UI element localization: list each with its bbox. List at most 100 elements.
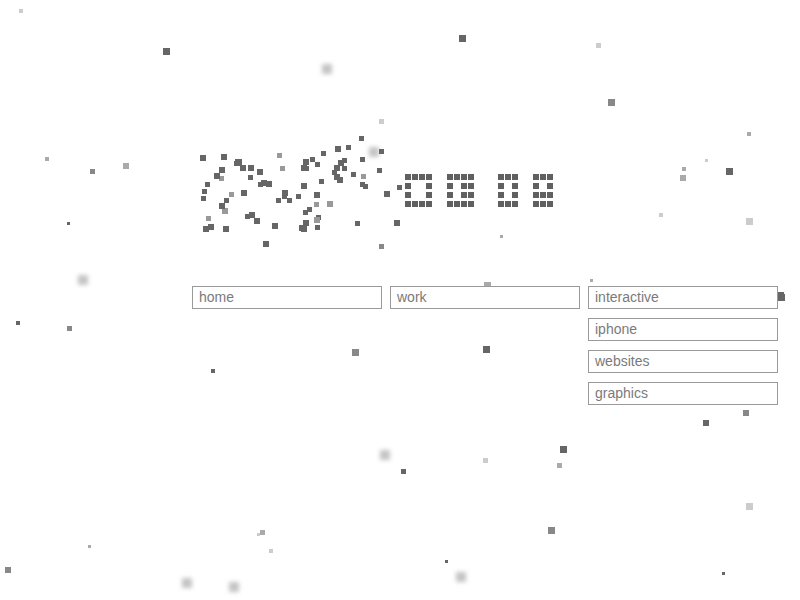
particle	[322, 64, 332, 74]
particle	[342, 166, 347, 171]
particle	[310, 157, 315, 162]
nav-item[interactable]: work	[390, 286, 580, 309]
particle	[379, 149, 384, 154]
particle	[360, 157, 365, 162]
particle	[505, 174, 511, 180]
particle	[394, 220, 400, 226]
particle	[88, 545, 91, 548]
submenu-item[interactable]: websites	[588, 350, 778, 373]
particle	[540, 192, 546, 198]
particle	[468, 192, 474, 198]
particle	[234, 161, 239, 166]
particle	[163, 48, 170, 55]
particle	[468, 174, 474, 180]
particle	[352, 349, 359, 356]
particle	[379, 119, 384, 124]
particle	[123, 163, 129, 169]
particle	[412, 174, 418, 180]
particle	[223, 226, 229, 232]
particle	[560, 446, 567, 453]
particle	[659, 213, 663, 217]
particle	[384, 191, 390, 197]
particle	[746, 218, 753, 225]
particle	[206, 216, 211, 221]
particle	[346, 145, 351, 150]
particle	[327, 201, 333, 207]
particle	[19, 9, 23, 13]
particle	[533, 201, 539, 207]
particle	[248, 175, 253, 180]
particle	[498, 183, 504, 189]
particle	[405, 174, 411, 180]
submenu-item[interactable]: interactive	[588, 286, 778, 309]
particle	[547, 201, 553, 207]
particle	[301, 226, 307, 232]
particle	[680, 175, 686, 181]
particle	[241, 190, 247, 196]
particle	[468, 201, 474, 207]
particle	[303, 159, 309, 165]
particle	[260, 530, 265, 535]
particle	[301, 165, 307, 171]
particle	[200, 155, 206, 161]
stage: home work interactive iphone websites graphic…	[0, 0, 800, 600]
particle	[540, 201, 546, 207]
particle	[500, 235, 503, 238]
particle	[533, 174, 539, 180]
particle	[590, 279, 593, 282]
particle	[67, 222, 70, 225]
nav: home work interactive iphone websites graphic…	[0, 0, 800, 405]
particle	[254, 218, 260, 224]
particle	[557, 463, 562, 468]
particle	[45, 157, 49, 161]
particle	[314, 192, 320, 198]
particle	[445, 560, 448, 563]
particle	[182, 578, 192, 588]
particle	[257, 169, 263, 175]
particle	[261, 180, 267, 186]
particle	[548, 527, 555, 534]
submenu-item[interactable]: graphics	[588, 382, 778, 405]
particle	[319, 179, 324, 184]
particle	[377, 168, 382, 173]
particle	[361, 174, 366, 179]
particle	[201, 196, 206, 201]
particle	[412, 201, 418, 207]
particle	[454, 201, 460, 207]
particle	[229, 192, 234, 197]
particle	[426, 174, 432, 180]
particle	[547, 192, 553, 198]
particle	[743, 410, 749, 416]
particle	[447, 201, 453, 207]
particle	[303, 210, 308, 215]
particle	[447, 174, 453, 180]
particle	[379, 244, 384, 249]
particle	[533, 183, 539, 189]
particle	[456, 572, 466, 582]
particle	[272, 223, 278, 229]
particle	[205, 182, 210, 187]
particle	[461, 174, 467, 180]
particle	[5, 567, 11, 573]
nav-item[interactable]: home	[192, 286, 382, 309]
particle	[203, 226, 209, 232]
particle	[746, 503, 753, 510]
submenu-item[interactable]: iphone	[588, 318, 778, 341]
particle	[512, 201, 518, 207]
particle	[240, 165, 246, 171]
particle	[211, 369, 215, 373]
particle	[447, 183, 453, 189]
particle	[229, 582, 239, 592]
particle	[512, 183, 518, 189]
particle	[90, 169, 95, 174]
particle	[426, 183, 432, 189]
particle	[608, 99, 615, 106]
particle	[405, 183, 411, 189]
particle	[287, 198, 292, 203]
particle	[540, 174, 546, 180]
particle	[419, 174, 425, 180]
particle	[67, 326, 72, 331]
particle	[461, 201, 467, 207]
particle	[483, 458, 488, 463]
particle	[214, 173, 220, 179]
